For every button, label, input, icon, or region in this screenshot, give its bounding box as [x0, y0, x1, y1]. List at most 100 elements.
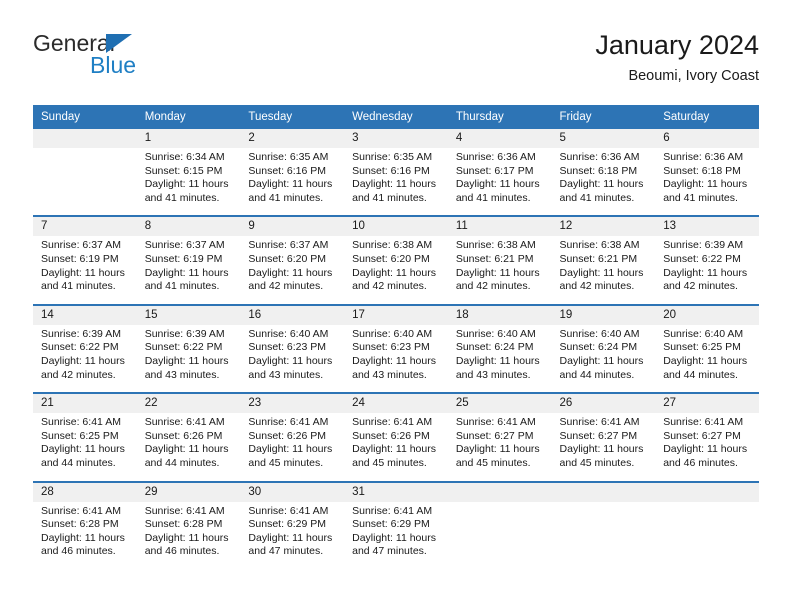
daylight-text-line1: Daylight: 11 hours [663, 443, 748, 456]
day-number[interactable]: 15 [136, 303, 241, 325]
weekday-header-thursday: Thursday [447, 105, 552, 129]
sunset-text: Sunset: 6:19 PM [144, 252, 223, 265]
day-cell: Sunrise: 6:38 AM Sunset: 6:20 PM Dayligh… [344, 236, 448, 305]
sunrise-text: Sunrise: 6:40 AM [248, 327, 329, 340]
sunset-text: Sunset: 6:28 PM [41, 518, 119, 531]
sunrise-text: Sunrise: 6:35 AM [248, 151, 329, 163]
sunrise-text: Sunrise: 6:41 AM [663, 416, 744, 429]
daylight-text-line1: Daylight: 11 hours [248, 354, 333, 367]
day-number[interactable]: 1 [136, 129, 241, 148]
day-cell: Sunrise: 6:39 AM Sunset: 6:22 PM Dayligh… [33, 324, 137, 394]
day-number[interactable]: 17 [344, 303, 448, 325]
sunrise-text: Sunrise: 6:41 AM [352, 504, 433, 517]
day-cell-empty [655, 501, 759, 569]
day-number[interactable]: 20 [655, 303, 759, 325]
day-number[interactable]: 30 [240, 480, 345, 502]
daylight-text-line1: Daylight: 11 hours [559, 178, 644, 191]
sunrise-text: Sunrise: 6:35 AM [352, 151, 433, 163]
day-cell: Sunrise: 6:40 AM Sunset: 6:24 PM Dayligh… [447, 324, 552, 394]
day-number[interactable]: 8 [136, 215, 241, 237]
day-number[interactable]: 11 [447, 215, 552, 237]
daylight-text-line2: and 45 minutes. [559, 456, 635, 469]
sunset-text: Sunset: 6:28 PM [144, 518, 223, 531]
day-number[interactable]: 16 [240, 303, 345, 325]
weekday-header-wednesday: Wednesday [344, 105, 448, 129]
daylight-text-line1: Daylight: 11 hours [144, 443, 229, 456]
sunset-text: Sunset: 6:18 PM [559, 164, 638, 177]
daylight-text-line1: Daylight: 11 hours [455, 354, 540, 367]
calendar-week: 1 2 3 4 5 6 Sunrise: 6:34 AM Sunset: 6:1… [33, 129, 759, 217]
daylight-text-line2: and 41 minutes. [455, 191, 531, 204]
day-number[interactable]: 6 [655, 129, 759, 148]
sunset-text: Sunset: 6:29 PM [248, 518, 327, 531]
day-number[interactable]: 9 [240, 215, 345, 237]
daylight-text-line2: and 41 minutes. [663, 191, 738, 204]
day-number[interactable]: 25 [447, 392, 552, 414]
calendar-header-row: Sunday Monday Tuesday Wednesday Thursday… [33, 105, 759, 129]
day-number[interactable]: 29 [136, 480, 241, 502]
sunset-text: Sunset: 6:26 PM [248, 429, 327, 442]
day-number[interactable]: 26 [551, 392, 656, 414]
sunset-text: Sunset: 6:15 PM [144, 164, 223, 177]
title-block: January 2024 Beoumi, Ivory Coast [595, 28, 759, 86]
sunset-text: Sunset: 6:22 PM [41, 341, 119, 354]
day-cell: Sunrise: 6:41 AM Sunset: 6:29 PM Dayligh… [344, 501, 448, 569]
day-cell-empty [447, 501, 552, 569]
week-daynumber-row: 7 8 9 10 11 12 13 [33, 215, 759, 237]
week-detail-row: Sunrise: 6:37 AM Sunset: 6:19 PM Dayligh… [33, 236, 759, 305]
daylight-text-line1: Daylight: 11 hours [352, 266, 436, 279]
calendar-week: 21 22 23 24 25 26 27 Sunrise: 6:41 AM Su… [33, 392, 759, 482]
day-number[interactable]: 4 [447, 129, 552, 148]
day-cell: Sunrise: 6:41 AM Sunset: 6:27 PM Dayligh… [655, 413, 759, 482]
day-cell: Sunrise: 6:41 AM Sunset: 6:27 PM Dayligh… [551, 413, 656, 482]
day-number[interactable]: 2 [240, 129, 345, 148]
day-number[interactable]: 21 [33, 392, 137, 414]
daylight-text-line1: Daylight: 11 hours [41, 354, 125, 367]
week-detail-row: Sunrise: 6:41 AM Sunset: 6:25 PM Dayligh… [33, 413, 759, 482]
week-daynumber-row: 28 29 30 31 [33, 480, 759, 502]
day-number[interactable]: 3 [344, 129, 448, 148]
daylight-text-line1: Daylight: 11 hours [248, 443, 333, 456]
sunset-text: Sunset: 6:27 PM [455, 429, 534, 442]
sunrise-text: Sunrise: 6:36 AM [455, 151, 536, 163]
day-number[interactable]: 19 [551, 303, 656, 325]
sunset-text: Sunset: 6:20 PM [248, 252, 327, 265]
sunrise-text: Sunrise: 6:39 AM [144, 327, 225, 340]
sunset-text: Sunset: 6:23 PM [248, 341, 327, 354]
day-number[interactable]: 10 [344, 215, 448, 237]
daylight-text-line2: and 45 minutes. [455, 456, 531, 469]
sunset-text: Sunset: 6:18 PM [663, 164, 741, 177]
calendar-page: General Blue January 2024 Beoumi, Ivory … [0, 0, 792, 612]
day-cell: Sunrise: 6:37 AM Sunset: 6:19 PM Dayligh… [136, 236, 241, 305]
daylight-text-line2: and 41 minutes. [144, 280, 220, 293]
weekday-header-monday: Monday [136, 105, 241, 129]
sunrise-text: Sunrise: 6:41 AM [144, 416, 225, 429]
sunrise-text: Sunrise: 6:40 AM [663, 327, 744, 340]
day-number[interactable]: 14 [33, 303, 137, 325]
daylight-text-line1: Daylight: 11 hours [559, 354, 644, 367]
sunrise-text: Sunrise: 6:40 AM [455, 327, 536, 340]
day-number[interactable]: 18 [447, 303, 552, 325]
sunset-text: Sunset: 6:25 PM [41, 429, 119, 442]
day-number[interactable]: 22 [136, 392, 241, 414]
day-number[interactable]: 23 [240, 392, 345, 414]
sunset-text: Sunset: 6:16 PM [248, 164, 327, 177]
day-number[interactable]: 12 [551, 215, 656, 237]
daylight-text-line2: and 44 minutes. [41, 456, 116, 469]
day-number[interactable]: 24 [344, 392, 448, 414]
day-cell: Sunrise: 6:38 AM Sunset: 6:21 PM Dayligh… [551, 236, 656, 305]
day-number[interactable]: 7 [33, 215, 137, 237]
day-number[interactable]: 27 [655, 392, 759, 414]
week-daynumber-row: 1 2 3 4 5 6 [33, 129, 759, 148]
sunrise-text: Sunrise: 6:41 AM [248, 416, 329, 429]
daylight-text-line2: and 41 minutes. [559, 191, 635, 204]
day-number[interactable]: 5 [551, 129, 656, 148]
sunset-text: Sunset: 6:22 PM [663, 252, 741, 265]
day-cell: Sunrise: 6:34 AM Sunset: 6:15 PM Dayligh… [136, 148, 241, 217]
sunset-text: Sunset: 6:27 PM [559, 429, 638, 442]
day-number[interactable]: 28 [33, 480, 137, 502]
day-number[interactable]: 13 [655, 215, 759, 237]
page-subtitle: Beoumi, Ivory Coast [628, 68, 759, 84]
day-number[interactable]: 31 [344, 480, 448, 502]
week-detail-row: Sunrise: 6:34 AM Sunset: 6:15 PM Dayligh… [33, 148, 759, 217]
